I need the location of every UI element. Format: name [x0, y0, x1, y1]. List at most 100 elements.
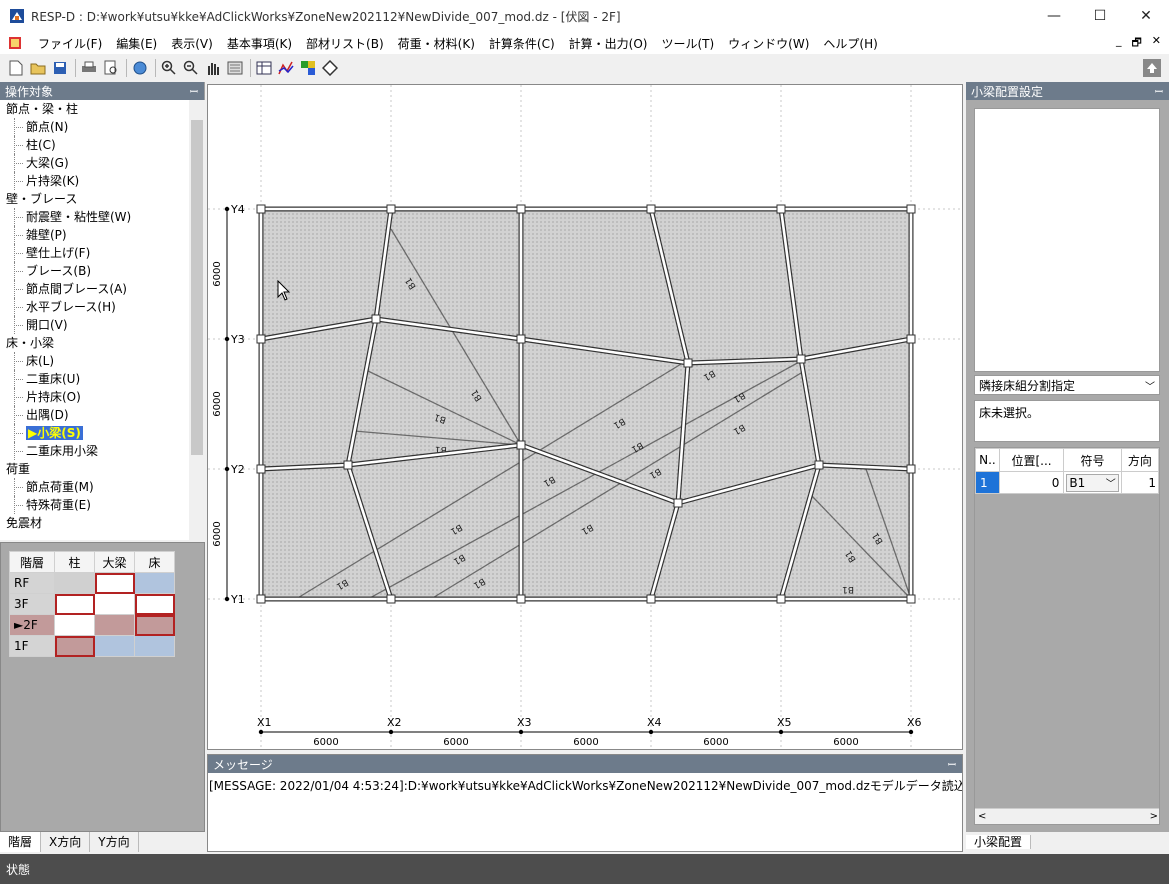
print-preview-icon[interactable] — [101, 58, 121, 78]
mdi-close-button[interactable]: ✕ — [1152, 34, 1161, 53]
floor-cell[interactable] — [134, 635, 175, 657]
node[interactable] — [386, 204, 396, 214]
row-number[interactable]: 1 — [975, 471, 1000, 494]
menu-calc-output[interactable]: 計算・出力(O) — [562, 35, 655, 52]
node[interactable] — [516, 334, 526, 344]
save-icon[interactable] — [50, 58, 70, 78]
plan-view[interactable]: B1 B1 B1 B1 B1 B1 B1 B1 B1 B1 B1 B1 B1 B1 B1 B1 B1 B1 B1 Y1… — [207, 84, 963, 750]
node[interactable] — [814, 460, 824, 470]
floor-name[interactable]: 1F — [9, 635, 55, 657]
tree-item[interactable]: 壁仕上げ(F) — [0, 244, 189, 262]
chevron-left-icon[interactable]: < — [978, 811, 986, 822]
floor-cell[interactable] — [54, 635, 95, 657]
tree-item[interactable]: 床(L) — [0, 352, 189, 370]
chevron-right-icon[interactable]: > — [1150, 811, 1158, 822]
tree-item[interactable]: 耐震壁・粘性壁(W) — [0, 208, 189, 226]
tree-item[interactable]: 特殊荷重(E) — [0, 496, 189, 514]
pin-icon[interactable]: ꟷ — [190, 84, 204, 98]
menu-basic[interactable]: 基本事項(K) — [220, 35, 299, 52]
open-folder-icon[interactable] — [28, 58, 48, 78]
zoom-in-icon[interactable] — [159, 58, 179, 78]
node[interactable] — [516, 594, 526, 604]
mdi-minimize-button[interactable]: _ — [1116, 34, 1122, 53]
node[interactable] — [906, 464, 916, 474]
close-button[interactable]: ✕ — [1123, 0, 1169, 32]
tree-item[interactable]: 開口(V) — [0, 316, 189, 334]
scroll-thumb[interactable] — [191, 120, 203, 455]
node[interactable] — [646, 204, 656, 214]
tab-small-beam-placement[interactable]: 小梁配置 — [966, 835, 1032, 849]
col-no[interactable]: N.. — [975, 448, 1000, 472]
node[interactable] — [343, 460, 353, 470]
tab-y-direction[interactable]: Y方向 — [90, 832, 139, 852]
tree-item[interactable]: 片持梁(K) — [0, 172, 189, 190]
plan-canvas[interactable]: B1B1B1B1B1B1B1B1B1B1B1B1B1B1B1B1B1B1B1Y1… — [208, 85, 962, 749]
menu-edit[interactable]: 編集(E) — [109, 35, 164, 52]
globe-icon[interactable] — [130, 58, 150, 78]
menu-load-material[interactable]: 荷重・材料(K) — [391, 35, 482, 52]
position-cell[interactable]: 0 — [998, 471, 1065, 494]
node[interactable] — [776, 594, 786, 604]
diamond-icon[interactable] — [320, 58, 340, 78]
tree-item[interactable]: 雑壁(P) — [0, 226, 189, 244]
menu-window[interactable]: ウィンドウ(W) — [721, 35, 816, 52]
floor-name[interactable]: RF — [9, 572, 55, 594]
node[interactable] — [256, 204, 266, 214]
symbol-cell[interactable]: B1 ﹀ — [1063, 471, 1122, 494]
pan-hand-icon[interactable] — [203, 58, 223, 78]
tree-item[interactable]: 節点間ブレース(A) — [0, 280, 189, 298]
menu-tools[interactable]: ツール(T) — [654, 35, 721, 52]
floor-cell[interactable] — [94, 635, 135, 657]
node[interactable] — [906, 204, 916, 214]
floor-name[interactable]: 3F — [9, 593, 55, 615]
tree-scrollbar[interactable] — [189, 100, 205, 540]
table-row[interactable]: 1 0 B1 ﹀ 1 — [975, 471, 1159, 494]
tree-item[interactable]: 柱(C) — [0, 136, 189, 154]
node[interactable] — [906, 594, 916, 604]
node[interactable] — [256, 334, 266, 344]
floor-cell[interactable] — [54, 614, 95, 636]
tree-item[interactable]: 二重床(U) — [0, 370, 189, 388]
node[interactable] — [683, 358, 693, 368]
chevron-down-icon[interactable]: ﹀ — [1145, 378, 1155, 393]
tree-item[interactable]: 節点(N) — [0, 118, 189, 136]
up-arrow-icon[interactable] — [1143, 59, 1161, 77]
tree-category[interactable]: 床・小梁 — [0, 334, 189, 352]
menu-file[interactable]: ファイル(F) — [31, 35, 109, 52]
tree-item[interactable]: 大梁(G) — [0, 154, 189, 172]
floor-cell[interactable] — [134, 572, 175, 594]
print-icon[interactable] — [79, 58, 99, 78]
tree-category[interactable]: 節点・梁・柱 — [0, 100, 189, 118]
floor-cell[interactable] — [134, 614, 175, 636]
split-mode-select[interactable]: 隣接床組分割指定 ﹀ — [974, 375, 1160, 395]
table-row[interactable]: 1F — [9, 635, 175, 657]
floor-name[interactable]: ►2F — [9, 614, 55, 636]
tree-item[interactable]: 片持床(O) — [0, 388, 189, 406]
mdi-restore-button[interactable]: 🗗 — [1131, 34, 1141, 53]
document-icon[interactable] — [7, 35, 23, 51]
menu-member-list[interactable]: 部材リスト(B) — [299, 35, 391, 52]
tree-category[interactable]: 壁・ブレース — [0, 190, 189, 208]
floor-cell[interactable] — [54, 593, 95, 615]
node[interactable] — [256, 464, 266, 474]
node[interactable] — [796, 354, 806, 364]
table-row[interactable]: ►2F — [9, 614, 175, 636]
col-symbol[interactable]: 符号 — [1063, 448, 1122, 472]
minimize-button[interactable]: — — [1031, 0, 1077, 32]
new-file-icon[interactable] — [6, 58, 26, 78]
node[interactable] — [776, 204, 786, 214]
menu-view[interactable]: 表示(V) — [164, 35, 220, 52]
node[interactable] — [906, 334, 916, 344]
fit-view-icon[interactable] — [225, 58, 245, 78]
maximize-button[interactable]: ☐ — [1077, 0, 1123, 32]
direction-cell[interactable]: 1 — [1120, 471, 1159, 494]
node[interactable] — [646, 594, 656, 604]
floor-cell[interactable] — [54, 572, 95, 594]
floor-cell[interactable] — [94, 614, 135, 636]
node[interactable] — [516, 440, 526, 450]
node[interactable] — [516, 204, 526, 214]
table-icon[interactable] — [254, 58, 274, 78]
floor-cell[interactable] — [94, 593, 135, 615]
graph-icon[interactable] — [276, 58, 296, 78]
menu-calc-condition[interactable]: 計算条件(C) — [482, 35, 562, 52]
